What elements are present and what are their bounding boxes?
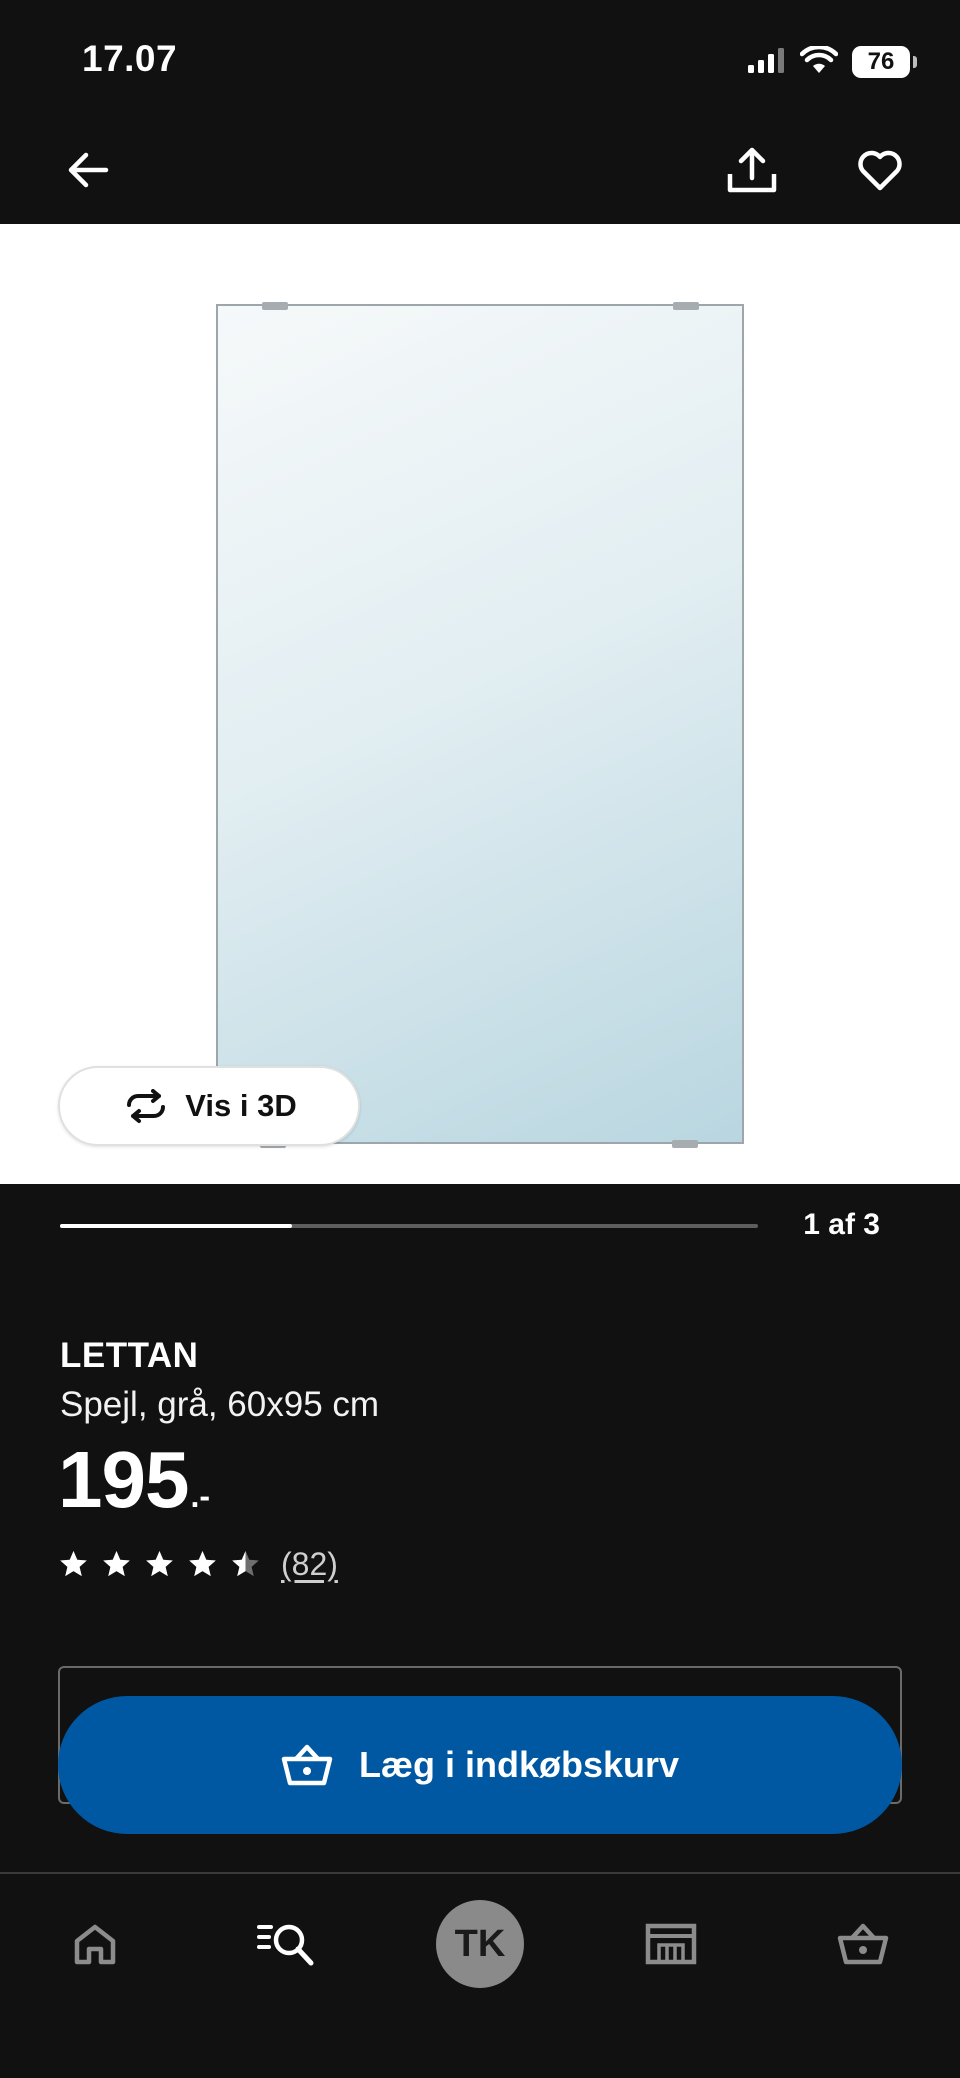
tab-profile[interactable]: TK <box>425 1894 535 1994</box>
rotate-icon <box>127 1089 166 1123</box>
signal-icon <box>748 47 786 78</box>
share-button[interactable] <box>720 138 784 202</box>
view-3d-button[interactable]: Vis i 3D <box>58 1066 360 1146</box>
store-icon <box>645 1923 697 1965</box>
bottom-nav: TK <box>0 1872 960 2078</box>
tab-search[interactable] <box>231 1894 341 1994</box>
basket-icon <box>837 1923 889 1965</box>
review-count-link[interactable]: (82) <box>281 1546 338 1583</box>
rating-star-icon <box>146 1550 173 1577</box>
battery-indicator: 76 <box>852 46 917 78</box>
product-rating[interactable]: (82) <box>58 1546 338 1583</box>
rating-star-icon <box>103 1550 130 1577</box>
status-icons: 76 <box>748 42 917 82</box>
tab-basket[interactable] <box>808 1894 918 1994</box>
price-integer: 195 <box>58 1435 189 1524</box>
product-price: 195 .- <box>58 1440 210 1520</box>
view-3d-label: Vis i 3D <box>185 1088 297 1123</box>
mirror-clip <box>673 302 699 310</box>
mirror-clip <box>262 302 288 310</box>
gallery-page-counter: 1 af 3 <box>803 1208 880 1241</box>
gallery-progress-fill <box>60 1224 293 1228</box>
status-bar: 17.07 76 <box>0 0 960 120</box>
product-description: Spejl, grå, 60x95 cm <box>60 1385 380 1424</box>
rating-stars <box>58 1549 261 1580</box>
favorite-button[interactable] <box>848 138 912 202</box>
rating-star-icon <box>189 1550 216 1577</box>
status-time: 17.07 <box>82 38 178 79</box>
mirror-clip <box>672 1140 698 1148</box>
arrow-left-icon <box>68 152 109 188</box>
share-icon <box>727 147 777 193</box>
product-image-gallery[interactable]: Vis i 3D <box>0 224 960 1184</box>
rating-star-icon <box>232 1550 259 1577</box>
product-image <box>216 304 744 1144</box>
rating-star-icon <box>60 1550 87 1577</box>
basket-icon <box>281 1744 333 1786</box>
gallery-progress-bar <box>60 1224 758 1228</box>
avatar: TK <box>436 1900 524 1988</box>
back-button[interactable] <box>56 138 120 202</box>
top-nav <box>0 120 960 224</box>
product-name: LETTAN <box>60 1336 199 1375</box>
tab-stores[interactable] <box>616 1894 726 1994</box>
add-to-cart-button[interactable]: Læg i indkøbskurv <box>58 1696 902 1834</box>
search-icon <box>257 1924 314 1966</box>
tab-home[interactable] <box>40 1894 150 1994</box>
home-icon <box>74 1924 116 1965</box>
add-to-cart-label: Læg i indkøbskurv <box>358 1744 680 1785</box>
heart-icon <box>858 150 902 191</box>
wifi-icon <box>799 44 839 79</box>
price-suffix: .- <box>190 1478 211 1514</box>
